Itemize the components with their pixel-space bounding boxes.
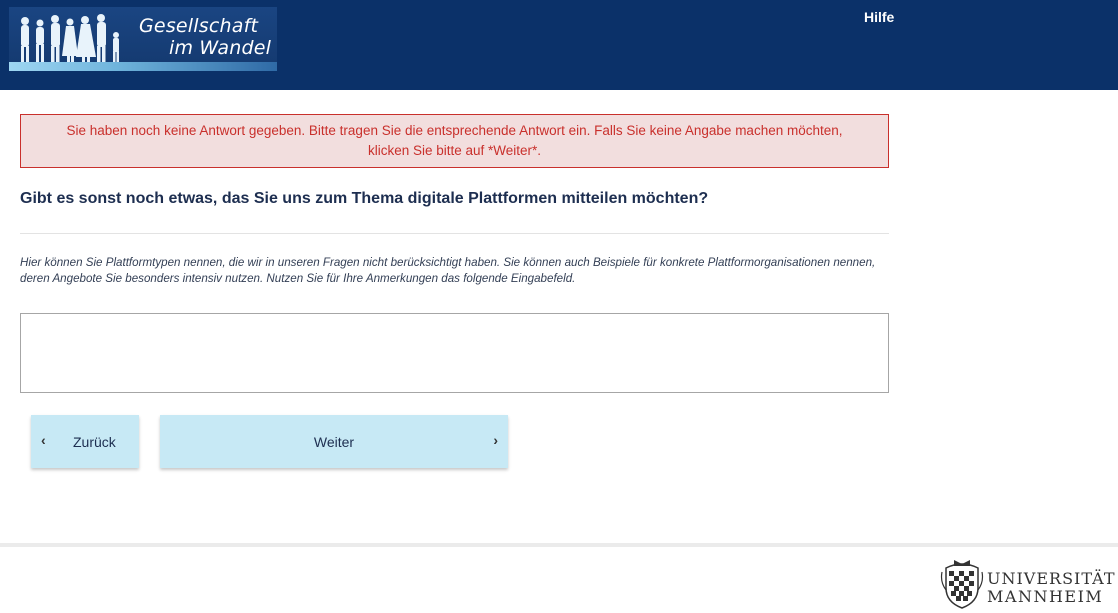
university-name-line2: MANNHEIM [987, 587, 1104, 606]
chevron-left-icon: ‹ [41, 432, 46, 448]
help-link[interactable]: Hilfe [864, 9, 894, 25]
next-button-label: Weiter [313, 434, 355, 450]
university-crest-icon [940, 560, 984, 609]
people-silhouette-icon [21, 14, 119, 64]
answer-textarea[interactable] [20, 313, 889, 393]
next-button[interactable]: Weiter › [160, 415, 508, 468]
universitaet-mannheim-logo[interactable]: UNIVERSITÄT MANNHEIM [940, 558, 1118, 610]
back-button-label: Zurück [73, 434, 116, 450]
university-name-line1: UNIVERSITÄT [987, 569, 1116, 588]
question-hint: Hier können Sie Plattformtypen nennen, d… [20, 256, 876, 285]
back-button[interactable]: ‹ Zurück [31, 415, 139, 468]
divider [20, 233, 889, 234]
logo-text-line2: im Wandel [169, 37, 272, 59]
site-header: Gesellschaft im Wandel Hilfe [0, 0, 1118, 90]
alert-text-line2: klicken Sie bitte auf *Weiter*. [367, 143, 542, 158]
validation-alert: Sie haben noch keine Antwort gegeben. Bi… [20, 114, 889, 168]
question-title: Gibt es sonst noch etwas, das Sie uns zu… [20, 190, 709, 207]
gesellschaft-im-wandel-logo[interactable]: Gesellschaft im Wandel [9, 7, 277, 71]
chevron-right-icon: › [493, 432, 498, 448]
alert-text-line1: Sie haben noch keine Antwort gegeben. Bi… [66, 123, 843, 138]
logo-text-line1: Gesellschaft [139, 15, 259, 37]
footer-divider [0, 543, 1118, 547]
logo-waterline [9, 62, 277, 71]
